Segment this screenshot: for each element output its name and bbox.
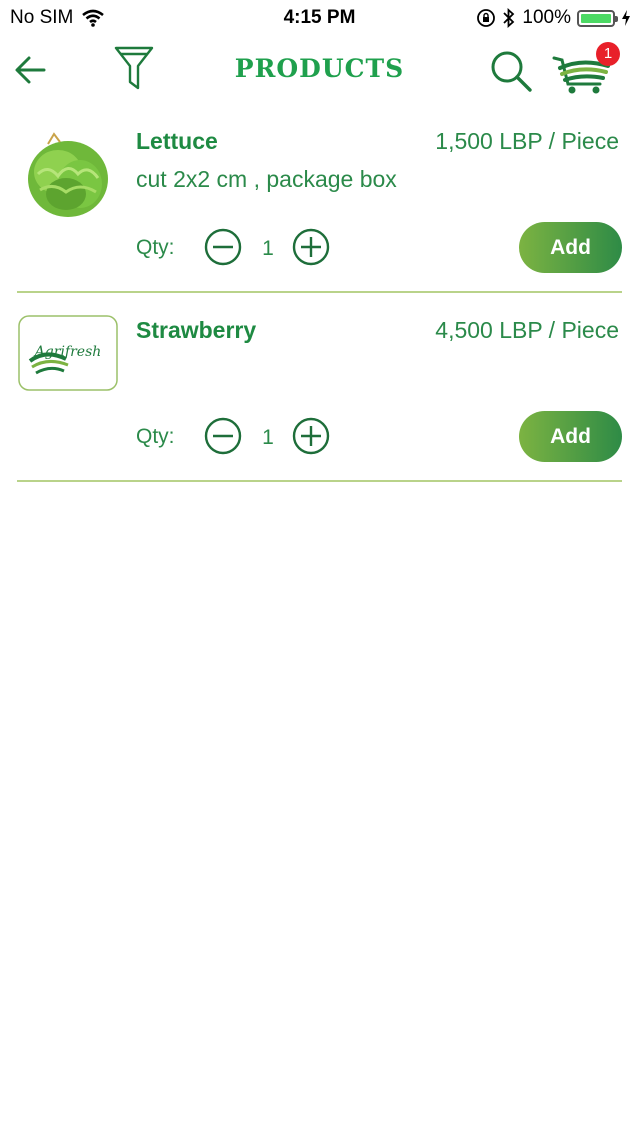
qty-value: 1 xyxy=(262,426,274,449)
product-price: 4,500 LBP / Piece xyxy=(435,317,619,343)
product-price: 1,500 LBP / Piece xyxy=(435,128,619,154)
bluetooth-icon xyxy=(503,8,515,28)
minus-icon[interactable] xyxy=(204,228,242,266)
page-title: PRODUCTS xyxy=(234,54,405,83)
lettuce-image xyxy=(28,132,108,217)
plus-icon[interactable] xyxy=(292,228,330,266)
battery-level xyxy=(581,13,611,23)
product-item: Lettuce 1,500 LBP / Piece cut 2x2 cm , p… xyxy=(0,104,639,293)
charging-icon xyxy=(622,10,630,26)
product-list: Lettuce 1,500 LBP / Piece cut 2x2 cm , p… xyxy=(0,104,639,482)
divider xyxy=(17,480,622,482)
product-description: cut 2x2 cm , package box xyxy=(136,166,397,192)
add-button[interactable]: Add xyxy=(519,222,622,273)
battery-percent: 100% xyxy=(522,7,571,28)
status-bar: No SIM 4:15 PM 100% xyxy=(0,0,639,36)
qty-label: Qty: xyxy=(136,236,175,259)
qty-label: Qty: xyxy=(136,425,175,448)
battery-icon xyxy=(577,9,618,27)
product-name[interactable]: Lettuce xyxy=(136,128,218,155)
add-button[interactable]: Add xyxy=(519,411,622,462)
orientation-lock-icon xyxy=(477,9,496,27)
logo-text: Agrifresh xyxy=(33,344,102,360)
product-item: Agrifresh Strawberry 4,500 LBP / Piece Q… xyxy=(0,293,639,482)
product-name[interactable]: Strawberry xyxy=(136,317,256,344)
qty-value: 1 xyxy=(262,237,274,260)
search-icon[interactable] xyxy=(488,48,534,94)
plus-icon[interactable] xyxy=(292,417,330,455)
agrifresh-logo: Agrifresh xyxy=(18,315,118,391)
minus-icon[interactable] xyxy=(204,417,242,455)
navigation-bar: PRODUCTS xyxy=(0,36,639,104)
cart-count-badge: 1 xyxy=(596,42,620,66)
status-right: 100% xyxy=(476,7,631,29)
